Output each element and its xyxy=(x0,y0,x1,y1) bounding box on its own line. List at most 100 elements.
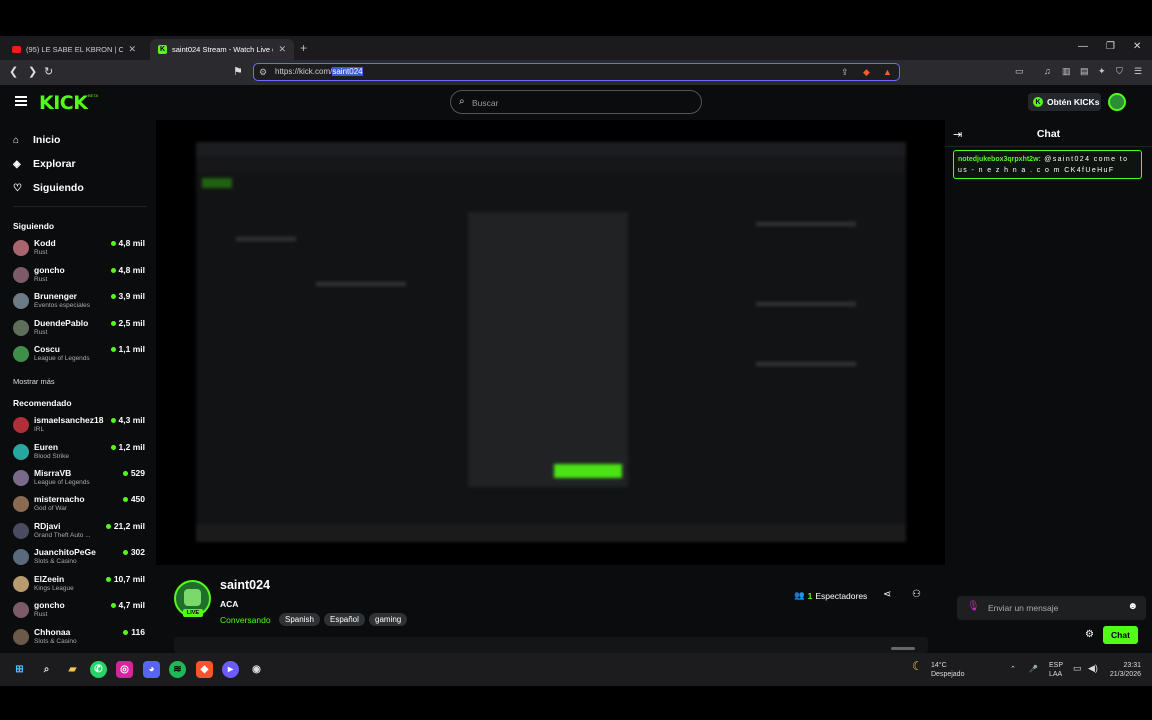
sidebar-channel[interactable]: MisrraVB League of Legends 529 xyxy=(13,467,147,491)
nav-inicio[interactable]: ⌂ Inicio xyxy=(13,134,60,146)
search-icon: ⌕ xyxy=(459,96,465,107)
network-icon[interactable]: ▭ xyxy=(1073,664,1082,673)
chevron-up-icon[interactable]: ⌃ xyxy=(1010,665,1016,674)
minimize-icon[interactable]: — xyxy=(1078,41,1088,52)
scrollbar-thumb[interactable] xyxy=(891,647,915,650)
close-icon[interactable]: ✕ xyxy=(278,44,286,55)
youtube-icon xyxy=(12,46,21,53)
sidebar-channel[interactable]: Euren Blood Strike 1,2 mil xyxy=(13,441,147,465)
share-icon[interactable]: ⇪ xyxy=(841,67,849,78)
sidebar-channel[interactable]: JuanchitoPeGe Slots & Casino 302 xyxy=(13,546,147,570)
instagram-icon[interactable]: ◎ xyxy=(116,661,133,678)
sidebar-channel[interactable]: Kodd Rust 4,8 mil xyxy=(13,237,147,261)
media-player-icon[interactable]: ▸ xyxy=(222,661,239,678)
new-tab-icon[interactable]: + xyxy=(300,41,307,55)
file-explorer-icon[interactable]: ▰ xyxy=(64,661,81,678)
channel-category: League of Legends xyxy=(34,479,90,486)
follow-icon[interactable]: ⚇ xyxy=(912,589,921,600)
brave-rewards-icon[interactable]: ▲ xyxy=(883,67,892,77)
heart-icon: ♡ xyxy=(13,182,22,194)
viewer-count: 529 xyxy=(122,468,145,478)
brave-icon[interactable]: ◆ xyxy=(196,661,213,678)
sidebar-channel[interactable]: Coscu League of Legends 1,1 mil xyxy=(13,343,147,367)
lang-bottom: LAA xyxy=(1049,671,1063,678)
brave-shields-icon[interactable]: ◆ xyxy=(863,67,870,78)
wallet-icon[interactable]: ▤ xyxy=(1080,66,1089,77)
channel-category: Rust xyxy=(34,329,48,336)
spotify-icon[interactable]: ≋ xyxy=(169,661,186,678)
tag-pill[interactable]: Español xyxy=(324,613,365,626)
url-input[interactable]: ⚙ https://kick.com/saint024 ⇪ ◆ ▲ xyxy=(253,63,900,81)
share-icon[interactable]: ⋖ xyxy=(883,589,891,600)
viewer-count: 450 xyxy=(122,494,145,504)
channel-name: Euren xyxy=(34,442,59,452)
reload-icon[interactable]: ↻ xyxy=(44,65,53,78)
restore-icon[interactable]: ❐ xyxy=(1106,41,1115,52)
obs-icon[interactable]: ◉ xyxy=(248,661,265,678)
media-icon[interactable]: ♫ xyxy=(1044,66,1051,76)
live-dot-icon xyxy=(122,549,128,555)
sidebar-channel[interactable]: goncho Rust 4,8 mil xyxy=(13,264,147,288)
sidebar-channel[interactable]: RDjavi Grand Theft Auto ... 21,2 mil xyxy=(13,520,147,544)
vpn-icon[interactable]: ⛉ xyxy=(1116,66,1123,77)
sidebar-channel[interactable]: goncho Rust 4,7 mil xyxy=(13,599,147,623)
discord-icon[interactable]: ◕ xyxy=(143,661,160,678)
show-more-link[interactable]: Mostrar más xyxy=(13,377,55,386)
avatar xyxy=(13,240,29,256)
menu-icon[interactable]: ☰ xyxy=(1134,66,1142,77)
element xyxy=(184,589,201,606)
sidebar-channel[interactable]: DuendePablo Rust 2,5 mil xyxy=(13,317,147,341)
mic-tray-icon[interactable]: 🎤 xyxy=(1029,665,1038,674)
language-indicator[interactable]: ESP LAA xyxy=(1049,661,1063,679)
volume-icon[interactable]: ◀) xyxy=(1088,664,1098,673)
video-frame-part xyxy=(468,212,628,487)
nav-explorar[interactable]: ◈ Explorar xyxy=(13,158,76,170)
forward-icon[interactable]: ❯ xyxy=(28,65,37,78)
viewer-count: 1,1 mil xyxy=(110,344,145,354)
time: 23:31 xyxy=(1123,662,1141,669)
viewer-count-value: 3,9 mil xyxy=(118,291,145,301)
chat-username[interactable]: notedjukebox3qrpxht2w: xyxy=(958,156,1041,163)
search-input[interactable]: ⌕ Buscar xyxy=(450,90,702,114)
sidebar-channel[interactable]: ElZeein Kings League 10,7 mil xyxy=(13,573,147,597)
extensions-icon[interactable]: ✦ xyxy=(1098,66,1106,77)
windows-start-icon[interactable]: ⊞ xyxy=(11,661,28,678)
kick-logo[interactable]: KICK xyxy=(39,92,88,114)
get-kicks-label: Obtén KICKs xyxy=(1047,97,1100,107)
screenshot-icon[interactable]: ▭ xyxy=(1015,66,1024,77)
site-info-icon[interactable]: ⚙ xyxy=(259,67,267,78)
gear-icon[interactable]: ⚙ xyxy=(1085,629,1094,640)
viewer-count-value: 21,2 mil xyxy=(113,521,145,531)
streamer-name[interactable]: saint024 xyxy=(220,578,270,592)
sidebar-channel[interactable]: Chhonaa Slots & Casino 116 xyxy=(13,626,147,650)
chat-input[interactable]: 🎙 Enviar un mensaje ☻ xyxy=(957,596,1146,620)
clock[interactable]: 23:31 21/3/2026 xyxy=(1106,661,1141,679)
send-chat-button[interactable]: Chat xyxy=(1103,626,1138,644)
sidebar-channel[interactable]: Brunenger Eventos especiales 3,9 mil xyxy=(13,290,147,314)
chat-panel: ⇥ Chat notedjukebox3qrpxht2w: @saint024 … xyxy=(945,120,1152,653)
sidebar-channel[interactable]: misternacho God of War 450 xyxy=(13,493,147,517)
weather-widget[interactable]: 14°C Despejado xyxy=(931,661,964,679)
get-kicks-button[interactable]: K Obtén KICKs xyxy=(1028,93,1101,111)
back-icon[interactable]: ❮ xyxy=(9,65,18,78)
microphone-icon[interactable]: 🎙 xyxy=(967,601,980,612)
video-player[interactable] xyxy=(156,120,945,565)
user-avatar[interactable] xyxy=(1108,93,1126,111)
nav-siguiendo[interactable]: ♡ Siguiendo xyxy=(13,182,84,194)
tab-youtube[interactable]: (95) LE SABE EL KBRON | Challenger ✕ xyxy=(4,39,144,60)
hamburger-menu-icon[interactable] xyxy=(15,96,27,106)
nav-label: Siguiendo xyxy=(33,182,84,194)
whatsapp-icon[interactable]: ✆ xyxy=(90,661,107,678)
stream-category[interactable]: Conversando xyxy=(220,615,271,625)
tab-kick-active[interactable]: K saint024 Stream - Watch Live on ✕ xyxy=(150,39,294,60)
window-close-icon[interactable]: ✕ xyxy=(1133,41,1141,52)
close-icon[interactable]: ✕ xyxy=(128,44,136,55)
search-icon[interactable]: ⌕ xyxy=(38,661,55,678)
bookmark-icon[interactable]: ⚑ xyxy=(233,65,243,78)
tag-pill[interactable]: gaming xyxy=(369,613,408,626)
emoji-icon[interactable]: ☻ xyxy=(1127,601,1138,612)
tag-pill[interactable]: Spanish xyxy=(279,613,320,626)
sidebar-channel[interactable]: ismaelsanchez18 IRL 4,3 mil xyxy=(13,414,147,438)
viewer-count: 4,8 mil xyxy=(110,238,145,248)
sidebar-icon[interactable]: ▥ xyxy=(1062,66,1071,77)
